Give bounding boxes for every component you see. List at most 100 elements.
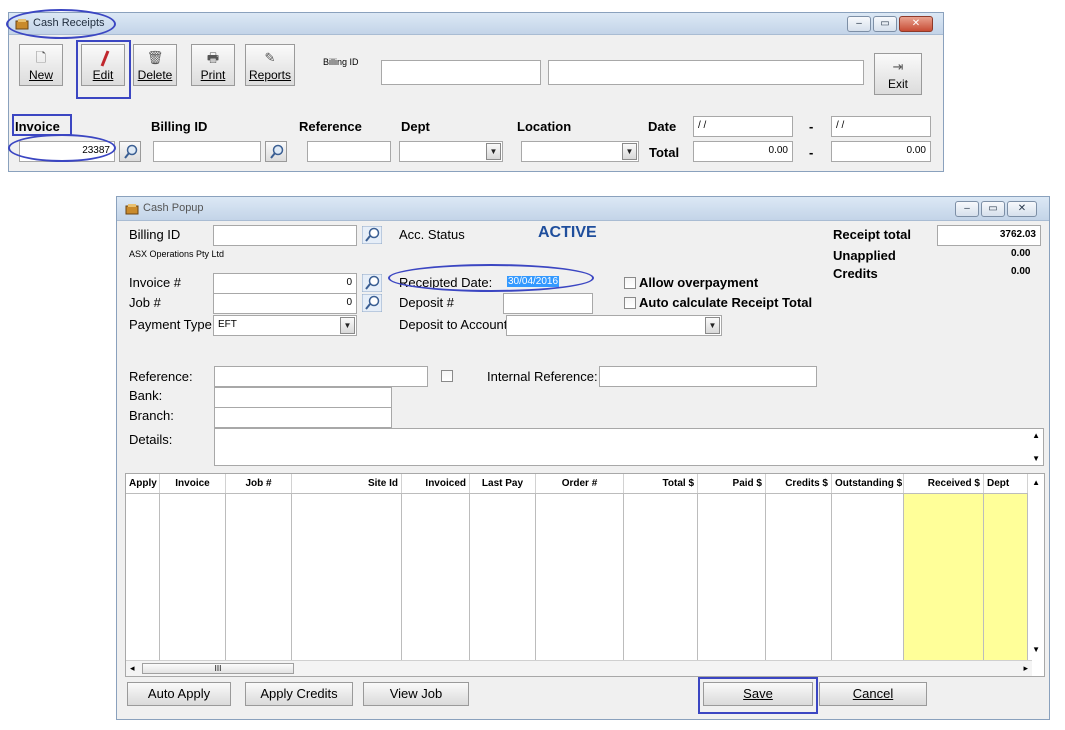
billing-id-filter-input[interactable] xyxy=(153,141,261,162)
reference-checkbox[interactable] xyxy=(441,370,453,382)
delete-button[interactable]: 🗑 Delete xyxy=(133,44,177,86)
grid-column-paid xyxy=(698,494,766,676)
minimize-icon[interactable]: – xyxy=(847,16,871,32)
details-scroll-up-icon[interactable]: ▲ xyxy=(1032,431,1040,440)
branch-input[interactable] xyxy=(214,407,392,428)
job-lookup-button[interactable] xyxy=(359,292,382,313)
allow-overpayment-checkbox[interactable] xyxy=(624,277,636,289)
window-title: Cash Popup xyxy=(143,202,204,214)
grid-horizontal-scrollbar[interactable]: ◂ III ▸ xyxy=(126,660,1032,676)
grid-column-header-paid[interactable]: Paid $ xyxy=(698,474,766,493)
details-textarea[interactable]: ▲ ▼ xyxy=(214,428,1044,466)
receipt-allocation-grid[interactable]: Apply Invoice Job # Site Id Invoiced Last Pay… xyxy=(125,473,1045,677)
date-to-input[interactable]: / / xyxy=(831,116,931,137)
cash-receipts-window: Cash Receipts – ▭ ✕ 🗋 New Edit 🗑 Delete … xyxy=(8,12,944,172)
deposit-number-label: Deposit # xyxy=(399,295,454,310)
details-label: Details: xyxy=(129,432,173,447)
save-button-label: Save xyxy=(743,686,773,701)
chevron-down-icon[interactable]: ▼ xyxy=(622,143,637,160)
invoice-number-input[interactable]: 0 xyxy=(213,273,357,294)
new-button[interactable]: 🗋 New xyxy=(19,44,63,86)
date-from-input[interactable]: / / xyxy=(693,116,793,137)
apply-credits-button[interactable]: Apply Credits xyxy=(245,682,353,706)
grid-column-header-apply[interactable]: Apply xyxy=(126,474,160,493)
grid-column-header-received[interactable]: Received $ xyxy=(904,474,984,493)
exit-door-icon: ⇥ xyxy=(892,59,904,74)
date-range-dash: - xyxy=(809,119,814,134)
save-button[interactable]: Save xyxy=(703,682,813,706)
chevron-down-icon[interactable]: ▼ xyxy=(486,143,501,160)
grid-column-header-last-pay[interactable]: Last Pay xyxy=(470,474,536,493)
reference-input[interactable] xyxy=(214,366,428,387)
internal-reference-input[interactable] xyxy=(599,366,817,387)
unapplied-label: Unapplied xyxy=(833,248,896,263)
magnifier-icon xyxy=(362,294,382,312)
receipt-total-input[interactable]: 3762.03 xyxy=(937,225,1041,246)
cancel-button[interactable]: Cancel xyxy=(819,682,927,706)
deposit-account-select[interactable]: ▼ xyxy=(506,315,722,336)
grid-column-header-job[interactable]: Job # xyxy=(226,474,292,493)
bank-input[interactable] xyxy=(214,387,392,408)
billing-id-label: Billing ID xyxy=(129,227,181,242)
chevron-down-icon[interactable]: ▼ xyxy=(340,317,355,334)
printer-icon: 🖶 xyxy=(206,50,220,65)
toolbar-billing-id-input[interactable] xyxy=(381,60,541,85)
reports-button[interactable]: ✎ Reports xyxy=(245,44,295,86)
dept-filter-label: Dept xyxy=(401,119,430,134)
deposit-number-input[interactable] xyxy=(503,293,593,314)
receipted-date-input[interactable]: 30/04/2016 xyxy=(503,273,593,294)
reports-icon: ✎ xyxy=(264,50,276,65)
close-icon[interactable]: ✕ xyxy=(1007,201,1037,217)
grid-column-site-id xyxy=(292,494,402,676)
grid-column-header-invoiced[interactable]: Invoiced xyxy=(402,474,470,493)
details-scroll-down-icon[interactable]: ▼ xyxy=(1032,454,1040,463)
total-from-input[interactable]: 0.00 xyxy=(693,141,793,162)
total-to-input[interactable]: 0.00 xyxy=(831,141,931,162)
grid-column-received[interactable] xyxy=(904,494,984,676)
maximize-icon[interactable]: ▭ xyxy=(873,16,897,32)
reference-filter-input[interactable] xyxy=(307,141,391,162)
grid-scroll-down-icon[interactable]: ▼ xyxy=(1032,645,1040,654)
close-icon[interactable]: ✕ xyxy=(899,16,933,32)
exit-button[interactable]: ⇥ Exit xyxy=(874,53,922,95)
scroll-right-icon[interactable]: ▸ xyxy=(1023,663,1028,674)
toolbar-billing-name-input[interactable] xyxy=(548,60,864,85)
scroll-left-icon[interactable]: ◂ xyxy=(130,663,135,674)
grid-column-header-credits[interactable]: Credits $ xyxy=(766,474,832,493)
grid-column-header-invoice[interactable]: Invoice xyxy=(160,474,226,493)
dept-filter-select[interactable]: ▼ xyxy=(399,141,503,162)
edit-button[interactable]: Edit xyxy=(81,44,125,86)
invoice-lookup-button[interactable] xyxy=(119,141,141,162)
payment-type-select[interactable]: EFT ▼ xyxy=(213,315,357,336)
auto-apply-button[interactable]: Auto Apply xyxy=(127,682,231,706)
magnifier-icon xyxy=(270,144,284,159)
grid-column-invoice xyxy=(160,494,226,676)
acc-status-value: ACTIVE xyxy=(538,224,597,241)
invoice-lookup-button[interactable] xyxy=(359,272,382,293)
billing-id-input[interactable] xyxy=(213,225,357,246)
maximize-icon[interactable]: ▭ xyxy=(981,201,1005,217)
cancel-button-label: Cancel xyxy=(852,686,894,701)
chevron-down-icon[interactable]: ▼ xyxy=(705,317,720,334)
pencil-icon xyxy=(100,50,110,67)
billing-id-lookup-button[interactable] xyxy=(265,141,287,162)
invoice-number-label: Invoice # xyxy=(129,275,182,290)
scroll-thumb-grip: III xyxy=(214,664,222,673)
invoice-filter-input[interactable]: 23387 xyxy=(19,141,115,162)
grid-column-header-site-id[interactable]: Site Id xyxy=(292,474,402,493)
grid-scroll-up-icon[interactable]: ▲ xyxy=(1032,478,1040,487)
billing-id-lookup-button[interactable] xyxy=(359,224,382,245)
grid-column-outstanding xyxy=(832,494,904,676)
auto-calculate-checkbox[interactable] xyxy=(624,297,636,309)
location-filter-select[interactable]: ▼ xyxy=(521,141,639,162)
grid-column-header-total[interactable]: Total $ xyxy=(624,474,698,493)
grid-column-header-order[interactable]: Order # xyxy=(536,474,624,493)
view-job-button[interactable]: View Job xyxy=(363,682,469,706)
grid-column-header-dept[interactable]: Dept xyxy=(984,474,1028,493)
grid-column-header-outstanding[interactable]: Outstanding $ xyxy=(832,474,904,493)
minimize-icon[interactable]: – xyxy=(955,201,979,217)
magnifier-icon xyxy=(362,226,382,244)
scroll-thumb[interactable]: III xyxy=(142,663,294,674)
job-number-input[interactable]: 0 xyxy=(213,293,357,314)
print-button[interactable]: 🖶 Print xyxy=(191,44,235,86)
